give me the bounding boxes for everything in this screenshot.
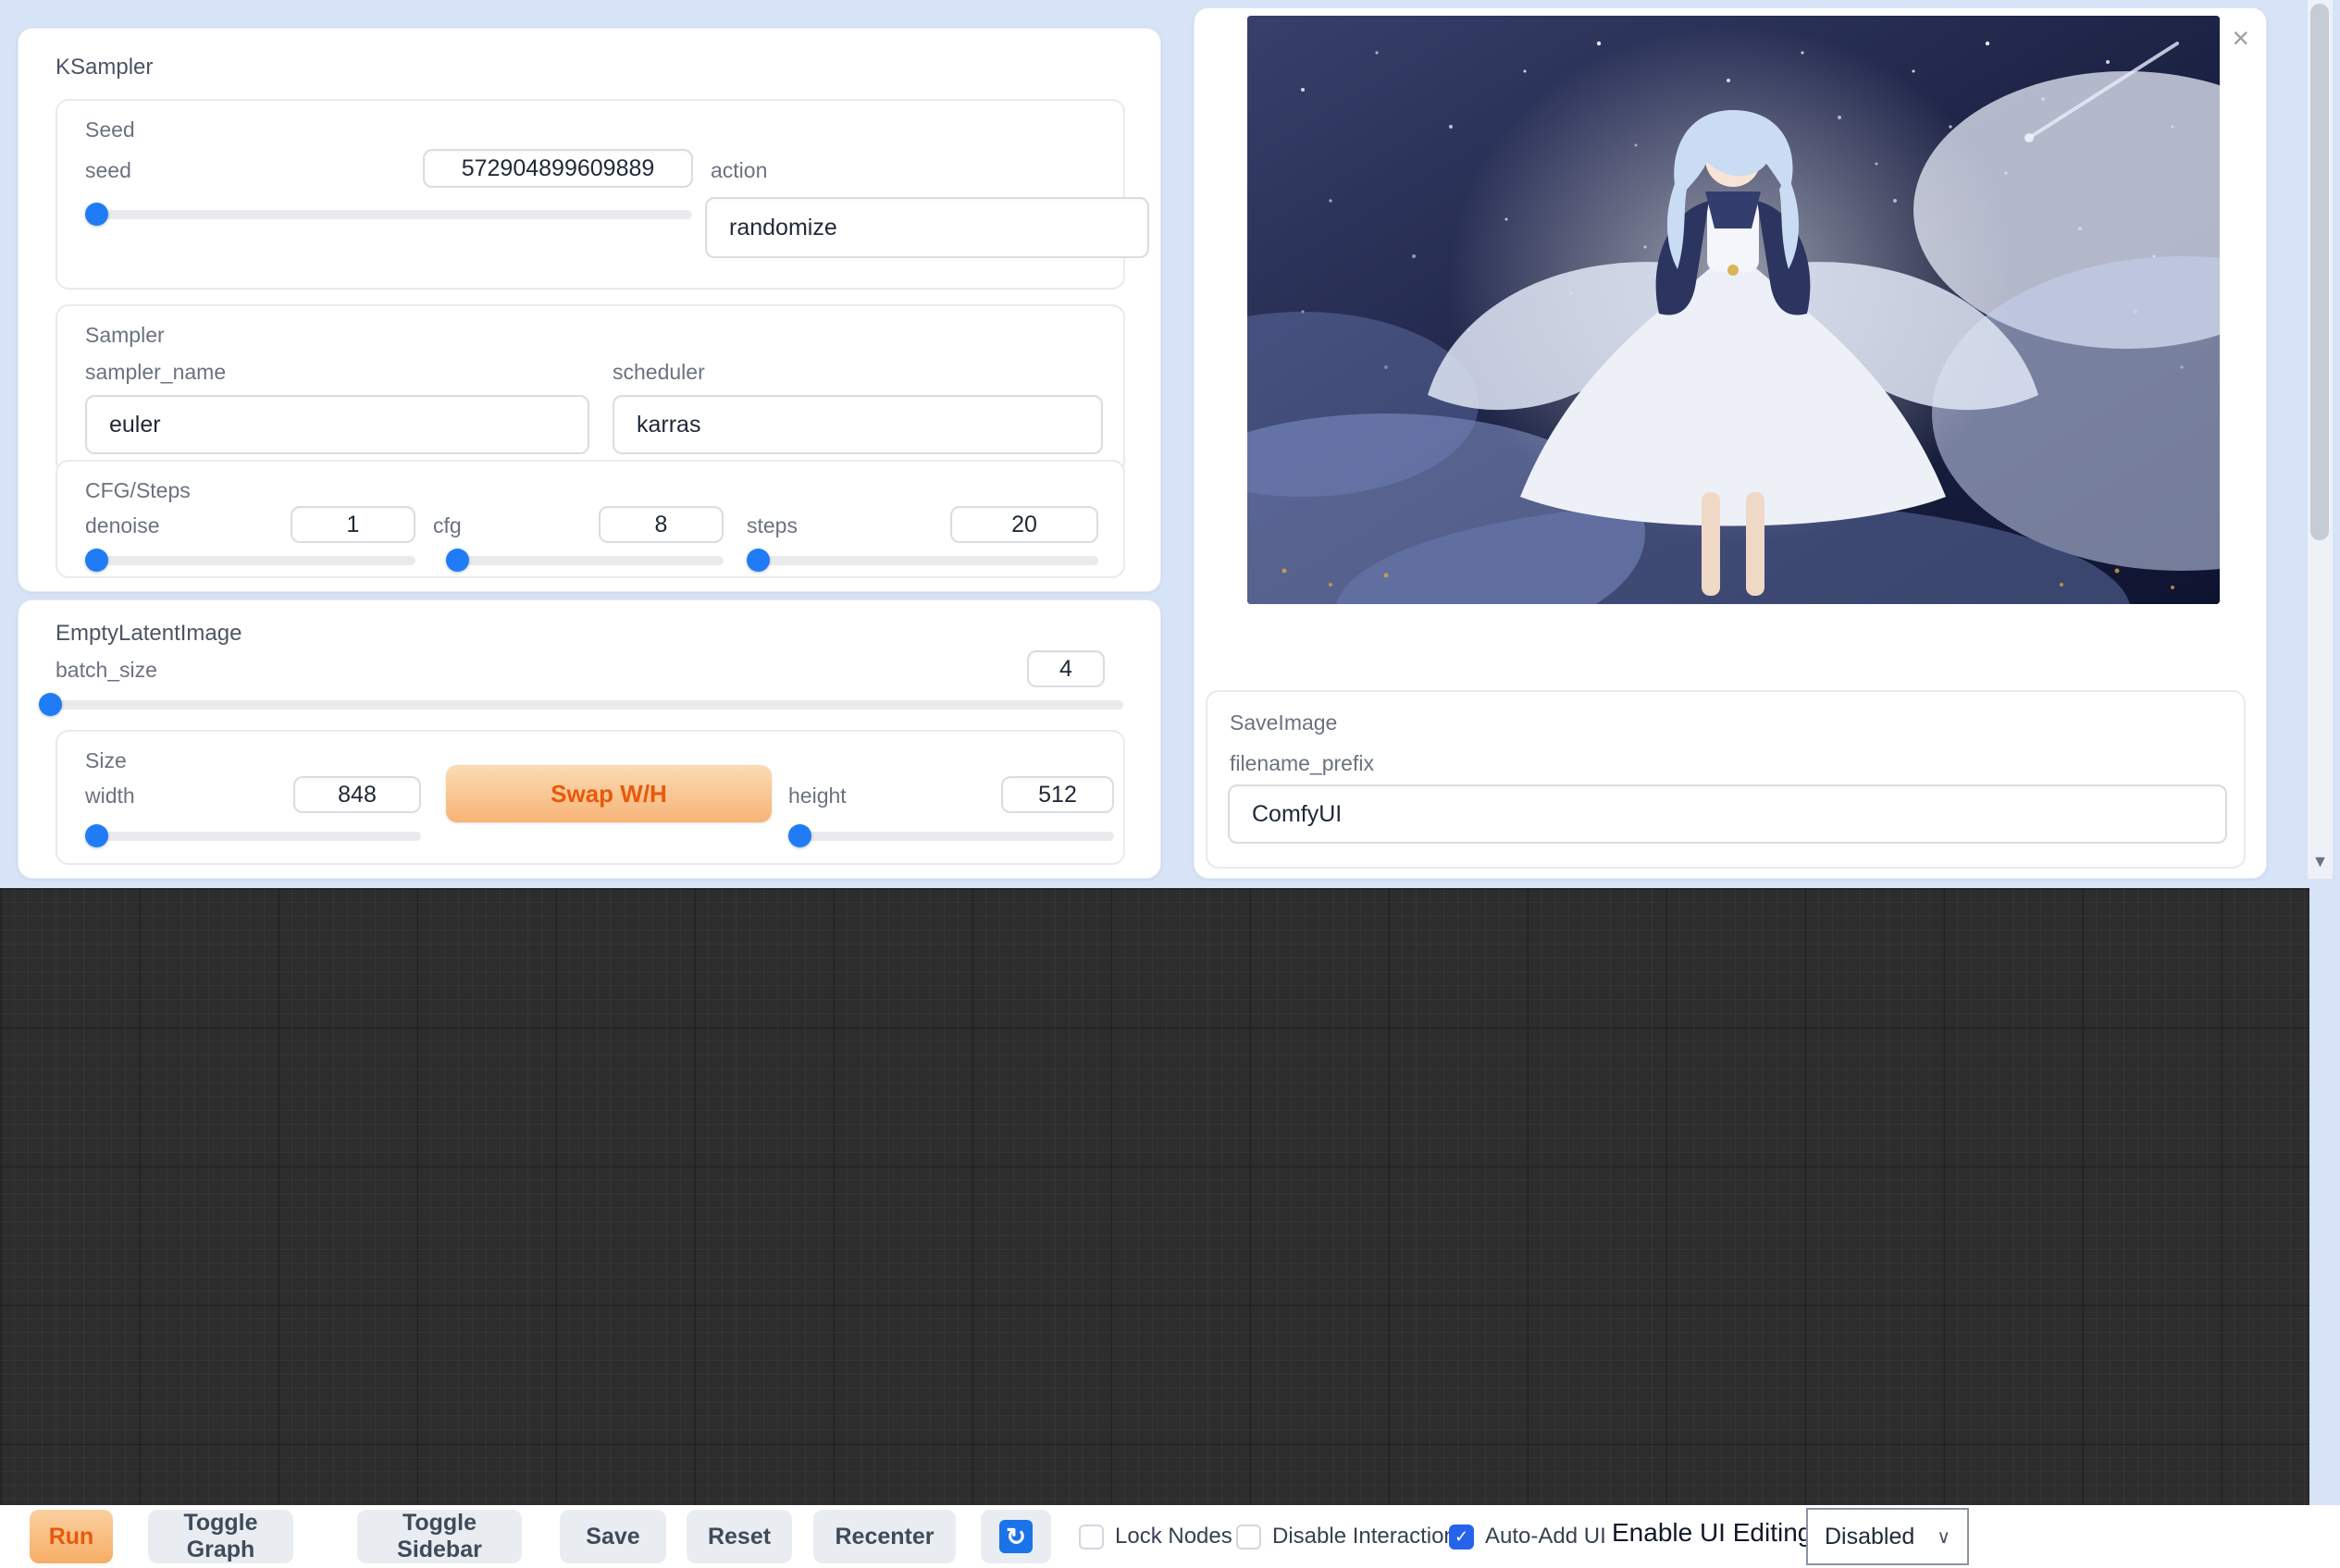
wire-layer [0, 888, 2309, 1505]
seed-label: seed [85, 158, 131, 183]
filename-prefix-label: filename_prefix [1230, 751, 1374, 776]
bottom-toolbar: Run Toggle Graph Toggle Sidebar Save Res… [0, 1505, 2340, 1568]
cfg-steps-group: CFG/Steps denoise 1 cfg 8 steps 20 [56, 460, 1125, 578]
denoise-slider[interactable] [85, 556, 415, 565]
width-slider[interactable] [85, 832, 421, 841]
toggle-sidebar-button[interactable]: Toggle Sidebar [357, 1510, 522, 1563]
steps-input[interactable]: 20 [950, 506, 1098, 543]
seed-group-title: Seed [85, 117, 135, 142]
scheduler-select[interactable]: karras [613, 395, 1103, 454]
denoise-input[interactable]: 1 [291, 506, 415, 543]
sync-button[interactable]: ↻ [981, 1510, 1051, 1563]
size-group: Size width 848 Swap W/H height 512 [56, 730, 1125, 865]
swap-wh-button[interactable]: Swap W/H [446, 765, 772, 822]
cfg-label: cfg [433, 513, 462, 538]
height-label: height [788, 784, 847, 809]
ksampler-panel-title: KSampler [56, 55, 153, 80]
steps-slider[interactable] [747, 556, 1098, 565]
lock-nodes-label: Lock Nodes [1115, 1524, 1232, 1549]
close-icon[interactable]: × [2232, 23, 2249, 53]
auto-add-ui-checkbox[interactable]: ✓ [1449, 1525, 1474, 1549]
width-label: width [85, 784, 135, 809]
lock-nodes-checkbox[interactable] [1079, 1525, 1104, 1549]
seed-input[interactable]: 572904899609889 [423, 149, 693, 188]
chevron-down-icon: ∨ [1937, 1525, 1950, 1549]
run-button[interactable]: Run [30, 1510, 113, 1563]
scrollbar-track[interactable]: ▼ [2308, 0, 2333, 879]
reset-button[interactable]: Reset [687, 1510, 792, 1563]
height-slider[interactable] [788, 832, 1114, 841]
auto-add-ui-option: ✓ Auto-Add UI [1449, 1505, 1606, 1568]
scrollbar-thumb[interactable] [2310, 4, 2329, 540]
enable-ui-editing-label: Enable UI Editing [1612, 1518, 1812, 1548]
scroll-down-icon[interactable]: ▼ [2308, 852, 2333, 871]
disable-interaction-label: Disable Interaction [1272, 1524, 1456, 1549]
save-image-title: SaveImage [1230, 710, 1337, 735]
sampler-name-select[interactable]: euler [85, 395, 589, 454]
batch-size-slider[interactable] [39, 700, 1123, 710]
seed-slider[interactable] [85, 210, 692, 219]
batch-size-input[interactable]: 4 [1027, 650, 1105, 687]
sampler-group: Sampler sampler_name scheduler euler kar… [56, 304, 1125, 475]
height-input[interactable]: 512 [1001, 776, 1114, 813]
lock-nodes-option: Lock Nodes [1079, 1505, 1232, 1568]
sync-icon: ↻ [999, 1520, 1033, 1553]
empty-latent-panel: EmptyLatentImage batch_size 4 Size width… [18, 599, 1161, 879]
ksampler-panel: KSampler Seed seed 572904899609889 actio… [18, 28, 1161, 592]
save-button[interactable]: Save [560, 1510, 666, 1563]
cfg-steps-group-title: CFG/Steps [85, 478, 191, 503]
size-group-title: Size [85, 748, 127, 773]
cfg-slider[interactable] [446, 556, 724, 565]
disable-interaction-checkbox[interactable] [1236, 1525, 1261, 1549]
sampler-group-title: Sampler [85, 323, 165, 348]
batch-size-label: batch_size [56, 658, 157, 683]
seed-group: Seed seed 572904899609889 action randomi… [56, 99, 1125, 290]
scheduler-label: scheduler [613, 360, 705, 385]
ui-editing-value: Disabled [1825, 1524, 1914, 1550]
node-graph[interactable] [0, 888, 2309, 1505]
toggle-graph-button[interactable]: Toggle Graph [148, 1510, 293, 1563]
save-image-panel: SaveImage filename_prefix ComfyUI [1206, 690, 2246, 869]
sampler-name-label: sampler_name [85, 360, 226, 385]
disable-interaction-option: Disable Interaction [1236, 1505, 1456, 1568]
denoise-label: denoise [85, 513, 160, 538]
filename-prefix-input[interactable]: ComfyUI [1228, 784, 2227, 844]
ui-editing-select[interactable]: Disabled ∨ [1806, 1508, 1969, 1565]
empty-latent-title: EmptyLatentImage [56, 621, 241, 647]
preview-image[interactable] [1247, 16, 2220, 604]
cfg-input[interactable]: 8 [599, 506, 724, 543]
action-label: action [711, 158, 767, 183]
recenter-button[interactable]: Recenter [813, 1510, 956, 1563]
auto-add-ui-label: Auto-Add UI [1485, 1524, 1606, 1549]
anime-illustration [1247, 16, 2220, 604]
preview-panel: × SaveImage filename_prefix ComfyUI [1194, 7, 2267, 879]
action-select[interactable]: randomize [705, 197, 1149, 258]
steps-label: steps [747, 513, 798, 538]
width-input[interactable]: 848 [293, 776, 421, 813]
